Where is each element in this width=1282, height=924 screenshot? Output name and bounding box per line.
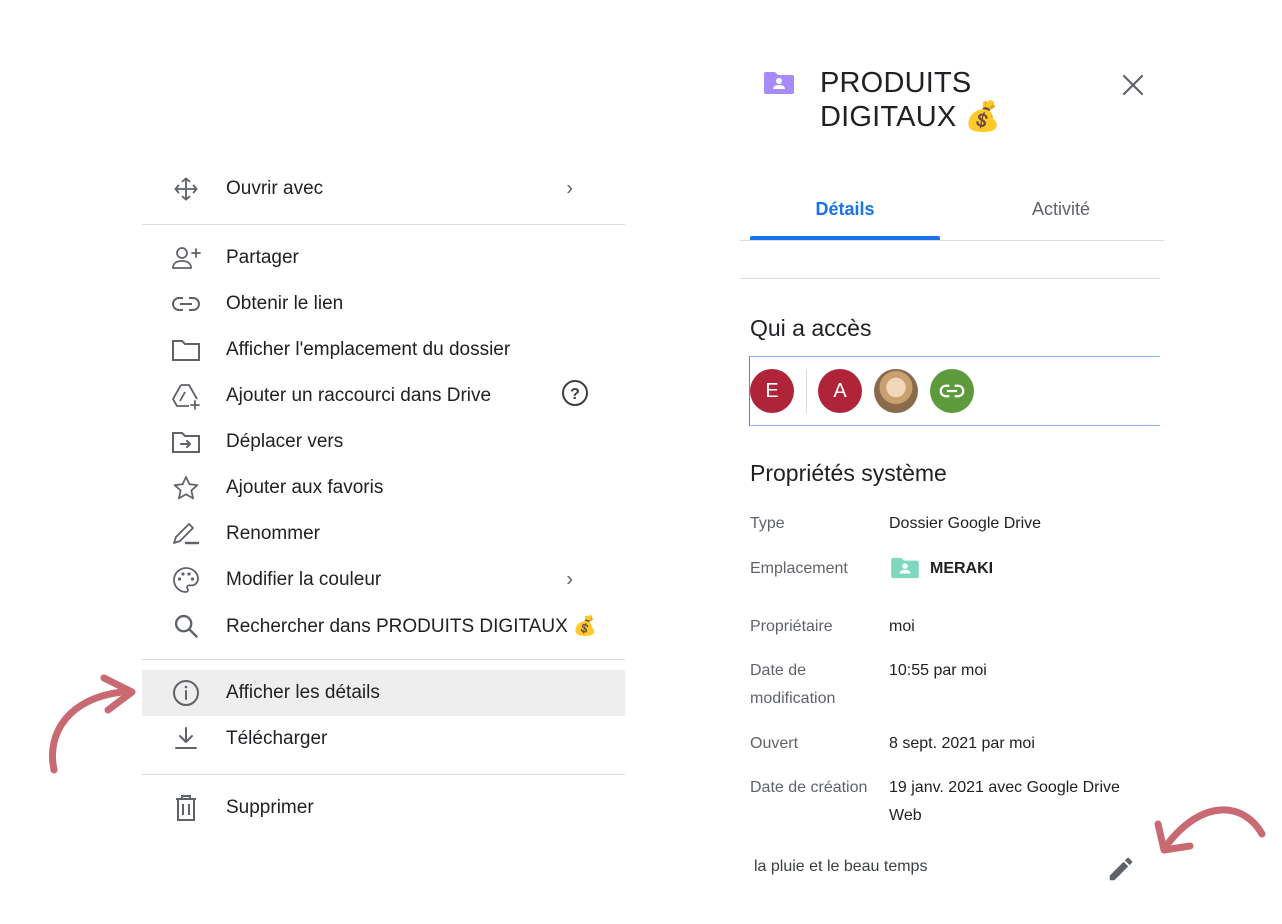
menu-item-label: Ajouter un raccourci dans Drive — [226, 385, 492, 406]
prop-created-value: 19 janv. 2021 avec Google Drive — [889, 779, 1120, 796]
menu-item-label: Afficher les détails — [226, 682, 380, 703]
folder-icon — [170, 335, 202, 365]
palette-icon — [170, 565, 202, 595]
share-person-icon — [170, 243, 202, 273]
menu-item-change-color[interactable]: Modifier la couleur › — [142, 557, 625, 603]
prop-modified-value: 10:55 par moi — [889, 662, 987, 679]
link-icon — [170, 289, 202, 319]
menu-item-label: Modifier la couleur — [226, 569, 382, 590]
menu-item-label: Obtenir le lien — [226, 293, 344, 314]
chevron-right-icon: › — [566, 568, 573, 591]
star-icon — [170, 473, 202, 503]
help-glyph: ? — [570, 386, 580, 403]
menu-item-get-link[interactable]: Obtenir le lien — [142, 281, 625, 327]
prop-owner-value: moi — [889, 618, 915, 635]
menu-item-share[interactable]: Partager — [142, 235, 625, 281]
avatar[interactable]: A — [818, 369, 862, 413]
prop-modified-label-line2: modification — [750, 690, 836, 707]
prop-created-value-line2: Web — [889, 807, 922, 824]
menu-item-search-in-folder[interactable]: Rechercher dans PRODUITS DIGITAUX 💰 — [142, 603, 625, 649]
prop-owner-label: Propriétaire — [750, 618, 833, 635]
edit-pencil-icon[interactable] — [1106, 854, 1136, 889]
menu-item-show-details[interactable]: Afficher les détails — [142, 670, 625, 716]
avatar[interactable]: E — [750, 369, 794, 413]
menu-item-move-to[interactable]: Déplacer vers — [142, 419, 625, 465]
menu-item-label: Déplacer vers — [226, 431, 344, 452]
open-with-icon — [170, 174, 202, 204]
access-divider — [806, 369, 807, 413]
description-text: la pluie et le beau temps — [754, 858, 928, 875]
share-link-icon[interactable] — [930, 369, 974, 413]
menu-item-show-location[interactable]: Afficher l'emplacement du dossier — [142, 327, 625, 373]
tab-activity[interactable]: Activité — [966, 180, 1156, 238]
menu-item-label: Supprimer — [226, 797, 314, 818]
help-icon[interactable]: ? — [561, 379, 589, 413]
prop-location-label: Emplacement — [750, 560, 848, 577]
search-icon — [170, 611, 202, 641]
chevron-right-icon: › — [566, 177, 573, 200]
prop-created-label: Date de création — [750, 779, 868, 796]
access-box[interactable]: E A — [749, 356, 1160, 426]
menu-item-label: Ouvrir avec — [226, 178, 324, 199]
prop-type-label: Type — [750, 515, 785, 532]
menu-item-add-shortcut[interactable]: Ajouter un raccourci dans Drive ? — [142, 373, 625, 419]
tab-bar: Détails Activité — [740, 180, 1164, 241]
details-panel: PRODUITS DIGITAUX 💰 Détails Activité Qui… — [740, 0, 1164, 924]
menu-item-label: Renommer — [226, 523, 320, 544]
download-icon — [170, 724, 202, 754]
panel-divider — [740, 278, 1160, 279]
who-has-access-heading: Qui a accès — [750, 315, 872, 341]
context-menu: Ouvrir avec › Partager Obtenir le lien A… — [142, 166, 625, 831]
menu-item-label: Afficher l'emplacement du dossier — [226, 339, 511, 360]
menu-divider — [142, 774, 625, 775]
menu-item-label: Rechercher dans PRODUITS DIGITAUX 💰 — [226, 616, 597, 637]
menu-item-delete[interactable]: Supprimer — [142, 785, 625, 831]
drive-shortcut-icon — [170, 381, 202, 411]
rename-pencil-icon — [170, 519, 202, 549]
prop-opened-value: 8 sept. 2021 par moi — [889, 735, 1035, 752]
menu-item-download[interactable]: Télécharger — [142, 716, 625, 762]
menu-item-add-favorite[interactable]: Ajouter aux favoris — [142, 465, 625, 511]
panel-title: PRODUITS DIGITAUX 💰 — [820, 67, 1001, 133]
shared-folder-icon — [891, 557, 919, 584]
menu-item-label: Ajouter aux favoris — [226, 477, 384, 498]
shared-folder-icon — [764, 71, 794, 100]
avatar-photo[interactable] — [874, 369, 918, 413]
tab-details[interactable]: Détails — [750, 180, 940, 240]
curved-arrow-icon — [40, 672, 140, 781]
menu-item-rename[interactable]: Renommer — [142, 511, 625, 557]
curved-arrow-icon — [1148, 794, 1268, 869]
trash-icon — [170, 793, 202, 823]
menu-divider — [142, 224, 625, 225]
close-icon[interactable] — [1116, 68, 1150, 102]
prop-location-value[interactable]: MERAKI — [930, 555, 993, 583]
prop-opened-label: Ouvert — [750, 735, 799, 752]
menu-item-label: Partager — [226, 247, 299, 268]
prop-type-value: Dossier Google Drive — [889, 515, 1042, 532]
menu-item-open-with[interactable]: Ouvrir avec › — [142, 166, 625, 212]
prop-modified-label: Date de — [750, 662, 807, 679]
menu-divider — [142, 659, 625, 660]
menu-item-label: Télécharger — [226, 728, 328, 749]
move-to-icon — [170, 427, 202, 457]
system-properties-heading: Propriétés système — [750, 460, 947, 486]
info-icon — [170, 678, 202, 708]
